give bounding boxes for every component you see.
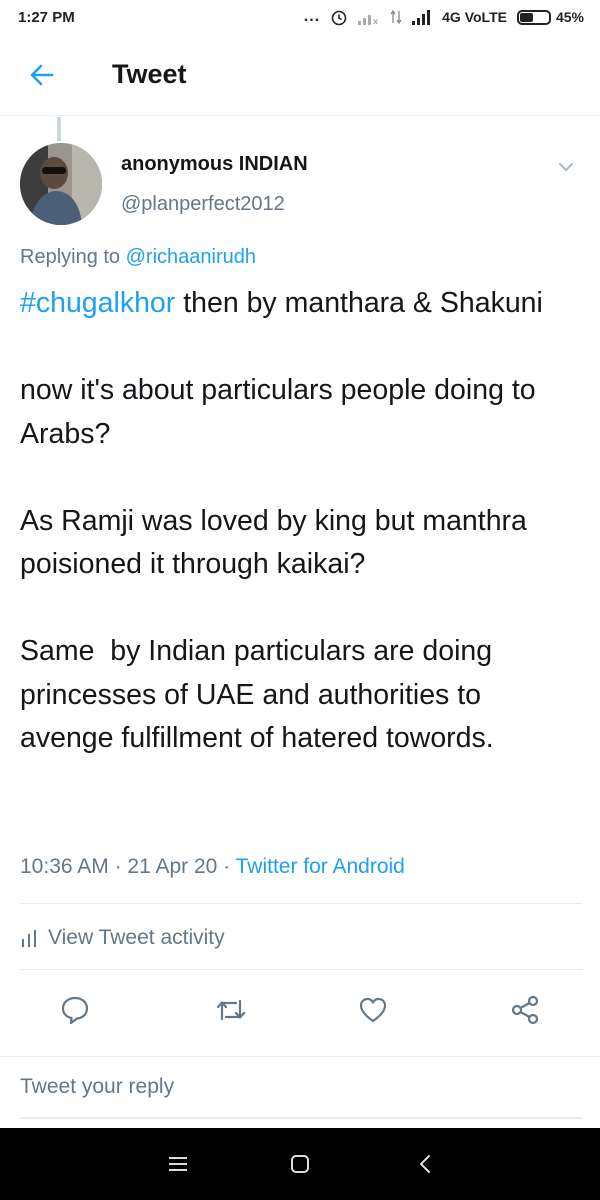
status-bar: 1:27 PM ... x 4G VoLTE 45%: [0, 0, 600, 34]
replying-to-mention[interactable]: @richaanirudh: [126, 246, 256, 268]
replying-to: Replying to @richaanirudh: [20, 246, 256, 269]
bar-chart-icon: [22, 930, 36, 947]
retweet-icon: [216, 999, 246, 1021]
thread-connector: [57, 117, 61, 141]
divider: [20, 903, 582, 904]
menu-icon: [169, 1157, 187, 1171]
system-back-button[interactable]: [408, 1146, 444, 1182]
retweet-button[interactable]: [206, 985, 256, 1035]
chevron-left-icon: [420, 1155, 430, 1173]
tweet-body: then by manthara & Shakuni now it's abou…: [20, 287, 543, 754]
reply-placeholder: Tweet your reply: [20, 1075, 175, 1098]
alarm-icon: [331, 10, 347, 26]
back-button[interactable]: [0, 34, 84, 116]
battery-percent: 45%: [555, 9, 584, 25]
page-title: Tweet: [112, 59, 187, 89]
avatar[interactable]: [20, 143, 102, 225]
home-square-icon: [291, 1155, 309, 1173]
tweet-date: 21 Apr 20: [127, 855, 218, 878]
divider: [20, 969, 582, 970]
svg-text:x: x: [373, 17, 379, 25]
replying-to-label: Replying to: [20, 246, 121, 268]
author-name[interactable]: anonymous INDIAN: [121, 153, 308, 176]
menu-button[interactable]: [160, 1146, 196, 1182]
app-header: Tweet: [0, 34, 600, 116]
meta-separator: ·: [217, 855, 236, 878]
view-tweet-activity-button[interactable]: View Tweet activity: [20, 921, 225, 955]
author-handle[interactable]: @planperfect2012: [121, 193, 285, 216]
signal-icon: [412, 10, 431, 25]
share-icon: [511, 995, 539, 1025]
battery-icon: [516, 9, 551, 25]
share-button[interactable]: [500, 985, 550, 1035]
status-time: 1:27 PM: [18, 8, 75, 26]
status-indicators: ... x 4G VoLTE 45%: [304, 8, 584, 26]
tweet-text: #chugalkhor then by manthara & Shakuni n…: [20, 282, 580, 761]
data-transfer-icon: [390, 9, 402, 25]
meta-separator: ·: [108, 855, 128, 878]
battery-level: [519, 12, 533, 22]
heart-icon: [359, 997, 387, 1023]
signal-off-icon: x: [358, 15, 379, 25]
tweet-detail-screen: 1:27 PM ... x 4G VoLTE 45% Tweet anonymo…: [0, 0, 600, 1200]
tweet-options-button[interactable]: [552, 153, 580, 181]
tweet-actions: [0, 985, 600, 1035]
battery: 45%: [516, 9, 584, 25]
network-type: 4G VoLTE: [442, 9, 507, 25]
divider: [0, 1056, 600, 1057]
tweet-author: anonymous INDIAN @planperfect2012: [20, 143, 590, 229]
tweet-time: 10:36 AM: [20, 855, 109, 878]
view-tweet-activity-label: View Tweet activity: [48, 926, 225, 949]
hashtag-link[interactable]: #chugalkhor: [20, 287, 175, 319]
reply-input[interactable]: Tweet your reply: [20, 1075, 582, 1119]
arrow-left-icon: [30, 64, 54, 85]
reply-button[interactable]: [50, 985, 100, 1035]
chevron-down-icon: [559, 163, 573, 171]
tweet-meta: 10:36 AM · 21 Apr 20 · Twitter for Andro…: [20, 855, 405, 879]
system-nav-bar: [0, 1128, 600, 1200]
home-button[interactable]: [282, 1146, 318, 1182]
comment-icon: [61, 996, 89, 1025]
status-dots: ...: [303, 8, 321, 25]
tweet-source[interactable]: Twitter for Android: [236, 855, 405, 878]
like-button[interactable]: [348, 985, 398, 1035]
avatar-image: [20, 143, 102, 225]
